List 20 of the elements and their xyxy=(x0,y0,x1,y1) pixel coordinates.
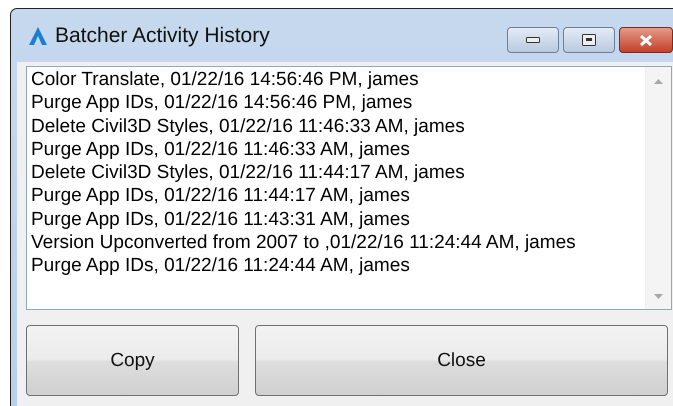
log-line: Purge App IDs, 01/22/16 11:44:17 AM, james xyxy=(31,184,411,208)
log-text-area[interactable] xyxy=(26,66,672,310)
log-line: Delete Civil3D Styles, 01/22/16 11:46:33 AM, james xyxy=(31,114,466,138)
minimize-button[interactable] xyxy=(507,27,559,53)
maximize-button[interactable] xyxy=(563,27,615,53)
log-line: Purge App IDs, 01/22/16 14:56:46 PM, james xyxy=(31,91,414,115)
minimize-icon xyxy=(526,37,540,43)
log-line: Purge App IDs, 01/22/16 11:24:44 AM, james xyxy=(31,254,411,278)
dialog-button[interactable]: Copy xyxy=(26,325,239,396)
log-line: Color Translate, 01/22/16 14:56:46 PM, james xyxy=(31,68,420,92)
log-line: Version Upconverted from 2007 to ,01/22/16 11:24:44 AM, james xyxy=(31,231,577,254)
window-title: Batcher Activity History xyxy=(55,24,270,48)
log-line: Delete Civil3D Styles, 01/22/16 11:44:17 AM, james xyxy=(31,161,466,184)
dialog-button[interactable]: Close xyxy=(255,325,668,396)
close-button[interactable] xyxy=(619,27,673,53)
logo-icon xyxy=(27,24,49,46)
log-line: Purge App IDs, 01/22/16 11:43:31 AM, james xyxy=(31,208,411,232)
close-icon xyxy=(638,34,654,46)
log-line: Purge App IDs, 01/22/16 11:46:33 AM, james xyxy=(31,138,411,162)
maximize-icon xyxy=(582,34,596,46)
